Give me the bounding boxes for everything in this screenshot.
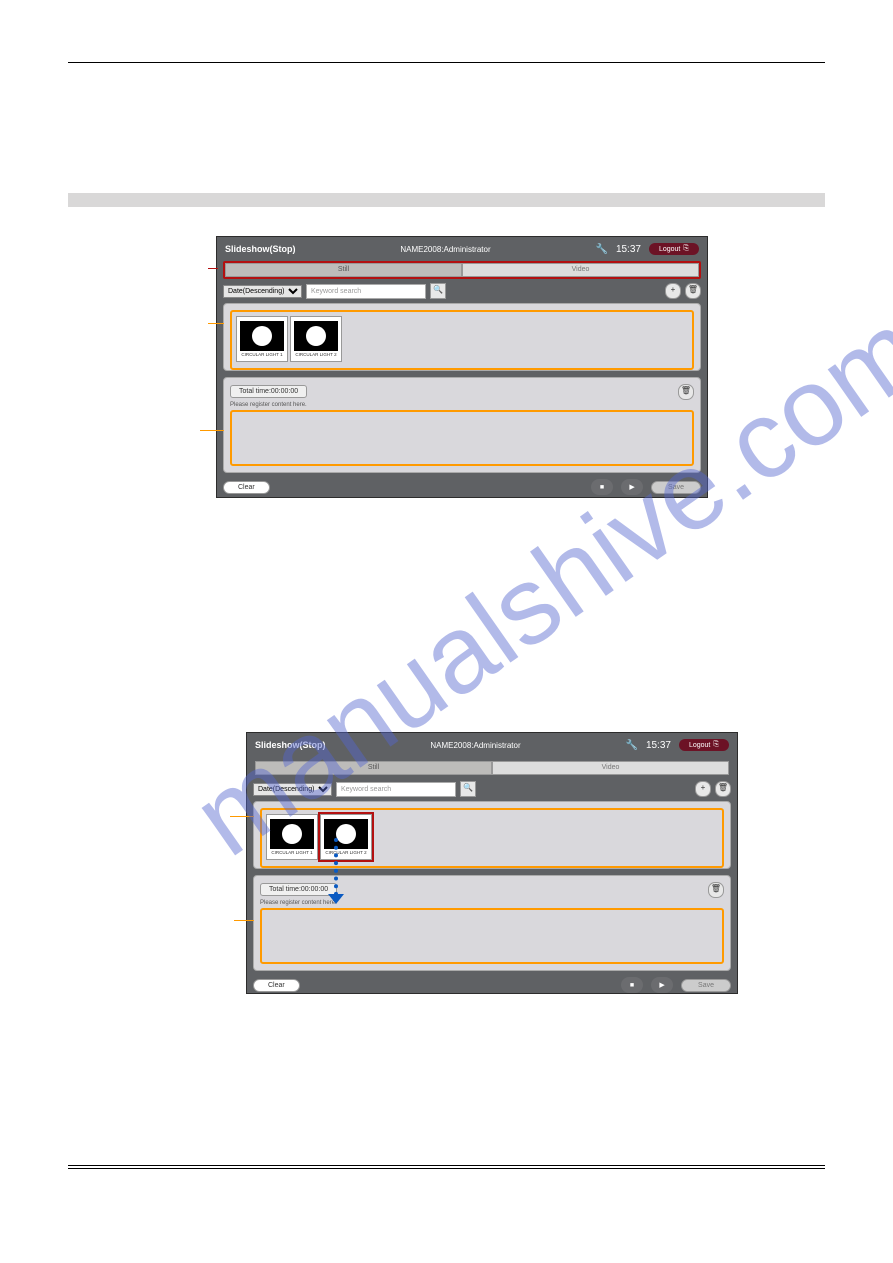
app-header: Slideshow(Stop) NAME2008:Administrator 🔧… [217, 237, 707, 261]
register-hint: Please register content here. [230, 402, 694, 408]
app-title: Slideshow(Stop) [225, 244, 296, 254]
callout-slideshow [200, 430, 224, 432]
bottom-controls: Clear ■ ▶ Save [253, 977, 731, 993]
add-button[interactable]: + [665, 283, 681, 299]
save-button[interactable]: Save [651, 481, 701, 494]
tab-still[interactable]: Still [225, 263, 462, 277]
user-label: NAME2008:Administrator [430, 741, 520, 750]
user-label: NAME2008:Administrator [400, 245, 490, 254]
content-panel: CIRCULAR LIGHT 1 CIRCULAR LIGHT 2 [223, 303, 701, 371]
stop-button[interactable]: ■ [621, 977, 643, 993]
tab-still[interactable]: Still [255, 761, 492, 775]
stop-button[interactable]: ■ [591, 479, 613, 495]
search-icon[interactable]: 🔍 [430, 283, 446, 299]
wrench-icon[interactable]: 🔧 [625, 740, 637, 751]
app-title: Slideshow(Stop) [255, 740, 326, 750]
logout-icon: ⎘ [713, 741, 719, 749]
play-button[interactable]: ▶ [621, 479, 643, 495]
callout-content-2 [230, 816, 254, 818]
slideshow-dropzone[interactable] [260, 908, 724, 964]
content-list: CIRCULAR LIGHT 1 CIRCULAR LIGHT 2 [230, 310, 694, 370]
slideshow-dropzone[interactable] [230, 410, 694, 466]
bottom-controls: Clear ■ ▶ Save [223, 479, 701, 495]
toolbar: Date(Descending) Keyword search 🔍 + 🗑 [253, 781, 731, 797]
sort-select[interactable]: Date(Descending) [223, 285, 302, 298]
sort-select[interactable]: Date(Descending) [253, 783, 332, 796]
drag-arrow-icon [334, 838, 352, 896]
callout-content [208, 323, 224, 325]
slideshow-delete-icon[interactable]: 🗑 [708, 882, 724, 898]
thumbnail-2[interactable]: CIRCULAR LIGHT 2 [290, 316, 342, 362]
callout-tabs [208, 268, 218, 270]
wrench-icon[interactable]: 🔧 [595, 244, 607, 255]
search-input[interactable]: Keyword search [306, 284, 426, 299]
logout-button[interactable]: Logout⎘ [649, 243, 699, 255]
content-tabs: Still Video [223, 261, 701, 279]
app-header: Slideshow(Stop) NAME2008:Administrator 🔧… [247, 733, 737, 757]
slideshow-delete-icon[interactable]: 🗑 [678, 384, 694, 400]
app-screenshot-1: Slideshow(Stop) NAME2008:Administrator 🔧… [216, 236, 708, 498]
clear-button[interactable]: Clear [223, 481, 270, 494]
save-button[interactable]: Save [681, 979, 731, 992]
tab-video[interactable]: Video [492, 761, 729, 775]
play-button[interactable]: ▶ [651, 977, 673, 993]
thumbnail-1[interactable]: CIRCULAR LIGHT 1 [236, 316, 288, 362]
clear-button[interactable]: Clear [253, 979, 300, 992]
clock-time: 15:37 [616, 244, 641, 255]
logout-icon: ⎘ [683, 245, 689, 253]
content-tabs: Still Video [253, 759, 731, 777]
add-button[interactable]: + [695, 781, 711, 797]
search-input[interactable]: Keyword search [336, 782, 456, 797]
delete-button[interactable]: 🗑 [685, 283, 701, 299]
thumbnail-1[interactable]: CIRCULAR LIGHT 1 [266, 814, 318, 860]
logout-button[interactable]: Logout⎘ [679, 739, 729, 751]
slideshow-panel: 🗑 Total time:00:00:00 Please register co… [253, 875, 731, 971]
total-time: Total time:00:00:00 [230, 385, 307, 398]
total-time: Total time:00:00:00 [260, 883, 337, 896]
delete-button[interactable]: 🗑 [715, 781, 731, 797]
toolbar: Date(Descending) Keyword search 🔍 + 🗑 [223, 283, 701, 299]
content-list: CIRCULAR LIGHT 1 CIRCULAR LIGHT 2 [260, 808, 724, 868]
clock-time: 15:37 [646, 740, 671, 751]
tab-video[interactable]: Video [462, 263, 699, 277]
content-panel: CIRCULAR LIGHT 1 CIRCULAR LIGHT 2 [253, 801, 731, 869]
slideshow-panel: 🗑 Total time:00:00:00 Please register co… [223, 377, 701, 473]
callout-slideshow-2 [234, 920, 254, 922]
search-icon[interactable]: 🔍 [460, 781, 476, 797]
app-screenshot-2: Slideshow(Stop) NAME2008:Administrator 🔧… [246, 732, 738, 994]
